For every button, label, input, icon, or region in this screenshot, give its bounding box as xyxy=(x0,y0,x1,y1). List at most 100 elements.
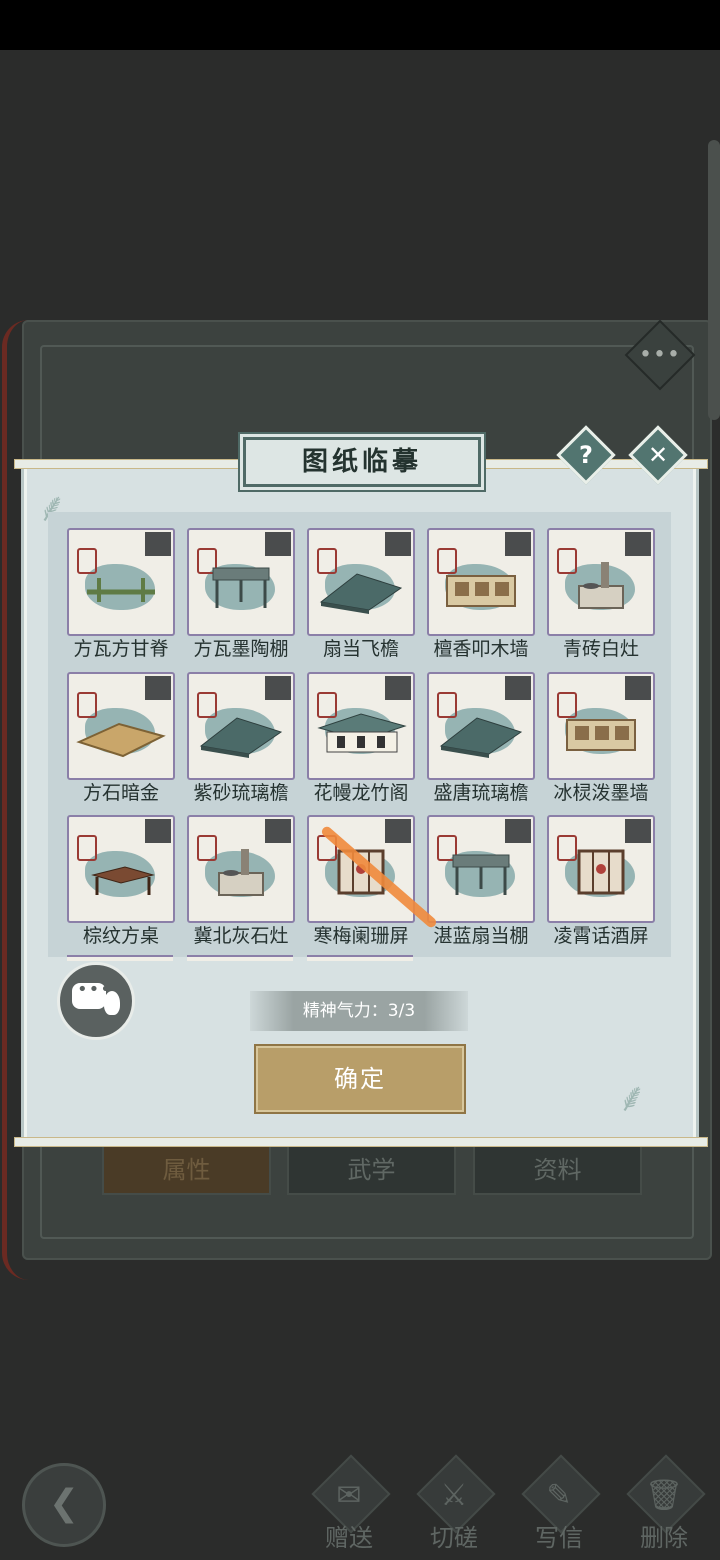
chat-bubble-icon: ••• xyxy=(72,979,111,1009)
blueprint-item[interactable]: 方瓦方甘脊 xyxy=(67,528,175,668)
confirm-button[interactable]: 确定 xyxy=(256,1046,464,1112)
selection-checkbox[interactable] xyxy=(505,819,531,843)
partial-card xyxy=(307,955,413,961)
blueprint-item[interactable]: 檀香叩木墙 xyxy=(427,528,535,668)
scroll-rod-bottom xyxy=(14,1137,708,1147)
selection-checkbox[interactable] xyxy=(625,676,651,700)
blueprint-card[interactable] xyxy=(187,815,295,923)
selection-checkbox[interactable] xyxy=(145,676,171,700)
back-button[interactable]: ❮ xyxy=(22,1463,106,1547)
selection-checkbox[interactable] xyxy=(385,819,411,843)
blueprint-name: 檀香叩木墙 xyxy=(433,638,529,660)
beam-icon xyxy=(87,578,155,602)
bamboo-decoration: ⸙ xyxy=(617,1075,647,1121)
blueprint-name: 方瓦墨陶棚 xyxy=(193,638,289,660)
gourd-icon xyxy=(104,991,120,1015)
bottom-button-letter[interactable]: ✎ 写信 xyxy=(515,1454,601,1552)
selection-checkbox[interactable] xyxy=(145,819,171,843)
selection-checkbox[interactable] xyxy=(385,676,411,700)
scrollbar[interactable] xyxy=(708,140,720,420)
chat-button[interactable]: ••• xyxy=(57,962,135,1040)
blueprint-name: 棕纹方桌 xyxy=(82,925,159,947)
tab-attributes[interactable]: 属性 xyxy=(102,1145,271,1195)
table-icon xyxy=(91,866,155,895)
blueprint-item[interactable]: 冀北灰石灶 xyxy=(187,815,295,955)
wall-icon xyxy=(446,575,516,607)
blueprint-name: 寒梅阑珊屏 xyxy=(313,925,409,947)
roof-icon xyxy=(439,717,523,758)
blueprint-name: 扇当飞檐 xyxy=(322,638,399,660)
screen-icon xyxy=(577,849,625,895)
blueprint-item[interactable]: 紫砂琉璃檐 xyxy=(187,672,295,812)
trash-icon: 🗑 xyxy=(644,1478,684,1513)
bottom-button-label: 删除 xyxy=(640,1524,688,1552)
blueprint-item[interactable]: 青砖白灶 xyxy=(547,528,655,668)
tab-martial-arts[interactable]: 武学 xyxy=(287,1145,456,1195)
canopy-icon xyxy=(452,854,510,895)
blueprint-card[interactable] xyxy=(547,815,655,923)
blueprint-card[interactable] xyxy=(547,528,655,636)
selection-checkbox[interactable] xyxy=(625,819,651,843)
spirit-energy-label: 精神气力：3/3 xyxy=(250,991,468,1031)
blueprint-name: 盛唐琉璃檐 xyxy=(433,782,529,804)
bottom-button-sword[interactable]: ⚔ 切磋 xyxy=(410,1454,496,1552)
selection-checkbox[interactable] xyxy=(265,532,291,556)
blueprint-card[interactable] xyxy=(427,672,535,780)
bottom-button-label: 写信 xyxy=(535,1524,583,1552)
blueprint-name: 方石暗金 xyxy=(82,782,159,804)
blueprint-card[interactable] xyxy=(307,672,415,780)
tab-profile[interactable]: 资料 xyxy=(473,1145,642,1195)
blueprint-card[interactable] xyxy=(67,815,175,923)
status-bar xyxy=(0,0,720,50)
bottom-button-scroll[interactable]: ✉ 赠送 xyxy=(305,1454,391,1552)
dialog-title: 图纸临摹 xyxy=(243,437,481,487)
blueprint-item[interactable]: 方瓦墨陶棚 xyxy=(187,528,295,668)
blueprint-card[interactable] xyxy=(427,528,535,636)
blueprint-item[interactable]: 盛唐琉璃檐 xyxy=(427,672,535,812)
selection-checkbox[interactable] xyxy=(145,532,171,556)
sword-icon: ⚔ xyxy=(440,1478,468,1513)
blueprint-item[interactable]: 花幔龙竹阁 xyxy=(307,672,415,812)
bottom-button-trash[interactable]: 🗑 删除 xyxy=(620,1454,706,1552)
bottom-button-label: 切磋 xyxy=(430,1524,478,1552)
canopy-icon xyxy=(212,567,270,608)
blueprint-name: 紫砂琉璃檐 xyxy=(193,782,289,804)
letter-icon: ✎ xyxy=(546,1478,572,1513)
close-icon: ✕ xyxy=(647,441,669,469)
blueprint-name: 湛蓝扇当棚 xyxy=(433,925,529,947)
blueprint-item[interactable]: 凌霄话酒屏 xyxy=(547,815,655,955)
blueprint-card[interactable] xyxy=(67,528,175,636)
pavilion-icon xyxy=(317,713,407,753)
selection-checkbox[interactable] xyxy=(265,819,291,843)
blueprint-card[interactable] xyxy=(427,815,535,923)
roof-icon xyxy=(319,573,403,614)
stove-icon xyxy=(218,849,264,896)
back-arrow-icon: ❮ xyxy=(48,1483,80,1524)
blueprint-item[interactable]: 扇当飞檐 xyxy=(307,528,415,668)
blueprint-card[interactable] xyxy=(67,672,175,780)
blueprint-card[interactable] xyxy=(187,528,295,636)
blueprint-item[interactable]: 棕纹方桌 xyxy=(67,815,175,955)
scroll-icon: ✉ xyxy=(336,1478,362,1513)
stove-icon xyxy=(578,562,624,609)
blueprint-item[interactable]: 方石暗金 xyxy=(67,672,175,812)
blueprint-name: 花幔龙竹阁 xyxy=(313,782,409,804)
selection-checkbox[interactable] xyxy=(505,676,531,700)
blueprint-card[interactable] xyxy=(307,528,415,636)
blueprint-name: 冰棂泼墨墙 xyxy=(553,782,649,804)
roof-icon xyxy=(199,717,283,758)
selection-checkbox[interactable] xyxy=(385,532,411,556)
wall-icon xyxy=(566,719,636,751)
blueprint-item[interactable]: 湛蓝扇当棚 xyxy=(427,815,535,955)
blueprint-item[interactable]: 寒梅阑珊屏 xyxy=(307,815,415,955)
blueprint-name: 冀北灰石灶 xyxy=(193,925,289,947)
selection-checkbox[interactable] xyxy=(505,532,531,556)
blueprint-card[interactable] xyxy=(187,672,295,780)
bottom-button-label: 赠送 xyxy=(325,1524,373,1552)
blueprint-card[interactable] xyxy=(547,672,655,780)
more-icon: ••• xyxy=(639,342,681,368)
selection-checkbox[interactable] xyxy=(265,676,291,700)
blueprint-item[interactable]: 冰棂泼墨墙 xyxy=(547,672,655,812)
partial-card xyxy=(67,955,173,961)
selection-checkbox[interactable] xyxy=(625,532,651,556)
